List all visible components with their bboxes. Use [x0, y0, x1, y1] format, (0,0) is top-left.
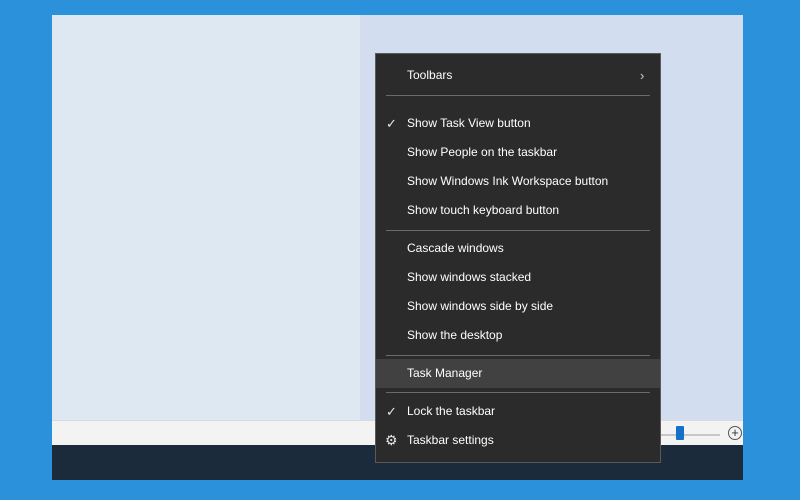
menu-item-label: Show Task View button [407, 116, 531, 130]
menu-item-label: Show People on the taskbar [407, 145, 558, 159]
menu-item-task-manager[interactable]: Task Manager [376, 359, 660, 388]
zoom-slider-thumb[interactable] [676, 426, 684, 440]
menu-item-show-task-view-button[interactable]: ✓ Show Task View button [376, 109, 660, 138]
gear-icon: ⚙ [385, 432, 398, 448]
menu-item-show-the-desktop[interactable]: Show the desktop [376, 321, 660, 350]
menu-item-show-people[interactable]: Show People on the taskbar [376, 138, 660, 167]
checkmark-icon: ✓ [386, 404, 397, 419]
menu-item-show-ink-workspace[interactable]: Show Windows Ink Workspace button [376, 167, 660, 196]
menu-item-label: Toolbars [407, 68, 453, 82]
menu-item-taskbar-settings[interactable]: ⚙ Taskbar settings [376, 426, 660, 455]
menu-item-show-touch-keyboard[interactable]: Show touch keyboard button [376, 196, 660, 225]
zoom-in-icon[interactable]: + [728, 426, 742, 440]
menu-separator [386, 230, 650, 231]
menu-item-label: Task Manager [407, 366, 483, 380]
menu-item-label: Show windows side by side [407, 299, 554, 313]
menu-item-lock-the-taskbar[interactable]: ✓ Lock the taskbar [376, 397, 660, 426]
taskbar-context-menu: Toolbars › ✓ Show Task View button Show … [375, 53, 661, 463]
menu-item-show-windows-side-by-side[interactable]: Show windows side by side [376, 292, 660, 321]
menu-item-toolbars[interactable]: Toolbars › [376, 61, 660, 90]
menu-item-label: Cascade windows [407, 241, 504, 255]
menu-item-label: Show touch keyboard button [407, 203, 560, 217]
menu-item-label: Lock the taskbar [407, 404, 496, 418]
menu-separator [386, 392, 650, 393]
zoom-slider-track[interactable] [660, 434, 720, 436]
chevron-right-icon: › [640, 68, 645, 83]
menu-item-show-windows-stacked[interactable]: Show windows stacked [376, 263, 660, 292]
menu-separator [386, 95, 650, 96]
menu-item-label: Taskbar settings [407, 433, 494, 447]
menu-separator [386, 355, 650, 356]
menu-item-label: Show Windows Ink Workspace button [407, 174, 609, 188]
menu-item-label: Show the desktop [407, 328, 503, 342]
menu-item-cascade-windows[interactable]: Cascade windows [376, 234, 660, 263]
menu-item-label: Show windows stacked [407, 270, 532, 284]
checkmark-icon: ✓ [386, 116, 397, 131]
